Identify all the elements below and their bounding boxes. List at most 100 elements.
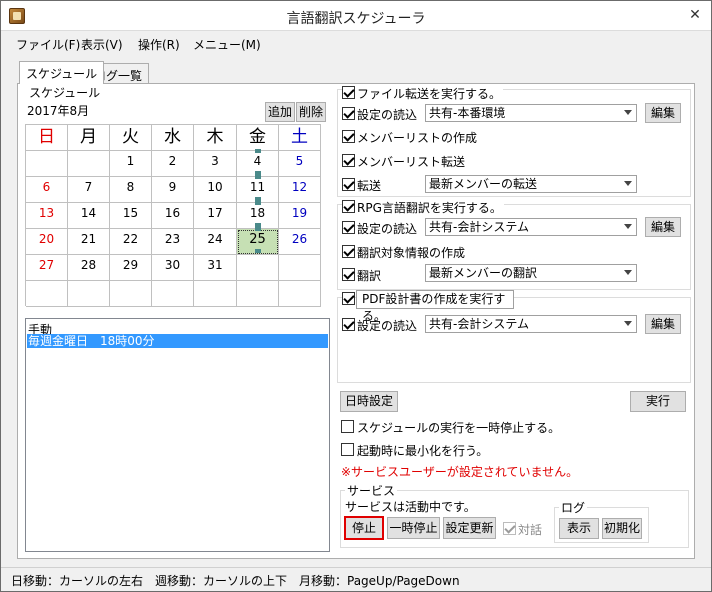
calendar-day[interactable]: 16 (152, 203, 194, 229)
pause-schedule-checkbox[interactable] (341, 420, 354, 433)
calendar-day[interactable]: 9 (152, 177, 194, 203)
calendar-day[interactable]: 2 (152, 151, 194, 177)
minimize-on-start-checkbox[interactable] (341, 443, 354, 456)
calendar-day[interactable] (194, 281, 237, 307)
calendar-day[interactable]: 13 (26, 203, 68, 229)
status-text: 日移動：カーソルの左右 週移動：カーソルの上下 月移動：PageUp/PageD… (11, 574, 460, 588)
ft-transfer-select[interactable]: 最新メンバーの転送 (425, 175, 637, 193)
schedule-list-item[interactable]: 毎週金曜日 18時00分 (27, 334, 328, 348)
calendar-day[interactable]: 10 (194, 177, 237, 203)
calendar-day[interactable]: 14 (68, 203, 110, 229)
pdf-settings-select[interactable]: 共有-会計システム (425, 315, 637, 333)
calendar-day[interactable] (279, 281, 321, 307)
pdf-edit-button[interactable]: 編集 (645, 314, 681, 334)
file-transfer-checkbox[interactable] (342, 86, 355, 99)
calendar-day[interactable]: 12 (279, 177, 321, 203)
calendar-day[interactable]: 19 (279, 203, 321, 229)
close-button[interactable]: ✕ (685, 5, 705, 25)
schedule-marker-icon (254, 201, 261, 205)
pdf-settings-checkbox[interactable] (342, 318, 355, 331)
service-status: サービスは活動中です。 (345, 500, 476, 514)
init-log-button[interactable]: 初期化 (602, 518, 642, 539)
calendar-day-number: 23 (164, 232, 181, 246)
rpg-settings-checkbox[interactable] (342, 221, 355, 234)
ft-edit-button[interactable]: 編集 (645, 103, 681, 123)
calendar-day[interactable]: 25 (237, 227, 279, 255)
interactive-checkbox[interactable] (503, 522, 516, 535)
calendar-day[interactable]: 24 (194, 229, 237, 255)
rpg-settings-select[interactable]: 共有-会計システム (425, 218, 637, 236)
calendar-day[interactable] (279, 255, 321, 281)
calendar-day[interactable]: 20 (26, 229, 68, 255)
calendar-day[interactable]: 4 (237, 149, 279, 177)
calendar-day[interactable]: 21 (68, 229, 110, 255)
stop-service-button[interactable]: 停止 (344, 516, 384, 540)
tab-schedule[interactable]: スケジュール (19, 61, 105, 84)
log-group-label: ログ (559, 499, 588, 516)
calendar-day[interactable] (152, 281, 194, 307)
ft-transfer-member-list-checkbox[interactable] (342, 154, 355, 167)
pdf-settings-label: 設定の読込 (357, 319, 418, 333)
calendar-day[interactable]: 1 (110, 151, 152, 177)
menu-file[interactable]: ファイル(F) (16, 36, 80, 53)
calendar-weekday-2: 火 (110, 125, 152, 151)
menu-view[interactable]: 表示(V) (81, 36, 123, 53)
calendar-day[interactable]: 28 (68, 255, 110, 281)
menu-bar: ファイル(F) 表示(V) 操作(R) メニュー(M) (1, 32, 711, 54)
calendar-day[interactable]: 23 (152, 229, 194, 255)
calendar-day[interactable]: 5 (279, 151, 321, 177)
delete-schedule-button[interactable]: 削除 (296, 102, 326, 122)
calendar-day[interactable] (237, 255, 279, 281)
ft-settings-label: 設定の読込 (357, 108, 418, 122)
calendar-day[interactable]: 3 (194, 151, 237, 177)
pdf-design-checkbox[interactable] (342, 292, 355, 305)
calendar-day[interactable]: 6 (26, 177, 68, 203)
calendar-day[interactable]: 22 (110, 229, 152, 255)
run-button[interactable]: 実行 (630, 391, 686, 412)
calendar-day[interactable]: 18 (237, 201, 279, 229)
menu-menu[interactable]: メニュー(M) (193, 36, 261, 53)
calendar-day[interactable]: 26 (279, 229, 321, 255)
calendar-day[interactable]: 8 (110, 177, 152, 203)
ft-transfer-checkbox[interactable] (342, 178, 355, 191)
calendar-day[interactable] (237, 281, 279, 307)
menu-operation[interactable]: 操作(R) (138, 36, 180, 53)
calendar-grid: 日月火水木金土 1 2 3 4 5 6 7 8 9 10 11 12 13 14 15 16 17 18 19 20 21… (25, 124, 321, 307)
datetime-settings-button[interactable]: 日時設定 (340, 391, 398, 412)
rpg-translate-select[interactable]: 最新メンバーの翻訳 (425, 264, 637, 282)
schedule-list[interactable]: 手動 毎週金曜日 18時00分 (25, 318, 330, 552)
calendar-day[interactable] (110, 281, 152, 307)
ft-create-member-list-checkbox[interactable] (342, 130, 355, 143)
calendar-day[interactable]: 30 (152, 255, 194, 281)
rpg-create-target-info-checkbox[interactable] (342, 245, 355, 258)
calendar-day[interactable]: 11 (237, 175, 279, 203)
calendar-day[interactable]: 29 (110, 255, 152, 281)
calendar-day[interactable] (68, 151, 110, 177)
schedule-marker-icon (254, 249, 261, 253)
calendar-day[interactable]: 17 (194, 203, 237, 229)
update-settings-button[interactable]: 設定更新 (443, 517, 496, 539)
rpg-translation-checkbox[interactable] (342, 200, 355, 213)
rpg-translate-checkbox[interactable] (342, 268, 355, 281)
calendar-day-number: 4 (253, 154, 262, 168)
calendar-day[interactable] (26, 151, 68, 177)
ft-settings-select[interactable]: 共有-本番環境 (425, 104, 637, 122)
calendar-day[interactable]: 31 (194, 255, 237, 281)
calendar-day-number: 24 (207, 232, 223, 246)
chevron-down-icon (624, 224, 632, 229)
status-bar: 日移動：カーソルの左右 週移動：カーソルの上下 月移動：PageUp/PageD… (1, 567, 711, 591)
calendar-day[interactable] (68, 281, 110, 307)
add-schedule-button[interactable]: 追加 (265, 102, 295, 122)
ft-settings-checkbox[interactable] (342, 107, 355, 120)
pause-schedule-label: スケジュールの実行を一時停止する。 (357, 421, 561, 435)
ft-transfer-label: 転送 (357, 179, 382, 193)
calendar-day-number: 28 (80, 258, 97, 272)
calendar-day[interactable]: 7 (68, 177, 110, 203)
calendar-day[interactable]: 27 (26, 255, 68, 281)
pdf-design-title[interactable]: PDF設計書の作成を実行する。 (356, 290, 514, 323)
calendar-day[interactable] (26, 281, 68, 307)
rpg-edit-button[interactable]: 編集 (645, 217, 681, 237)
show-log-button[interactable]: 表示 (559, 518, 599, 539)
pause-service-button[interactable]: 一時停止 (387, 517, 440, 539)
calendar-day[interactable]: 15 (110, 203, 152, 229)
